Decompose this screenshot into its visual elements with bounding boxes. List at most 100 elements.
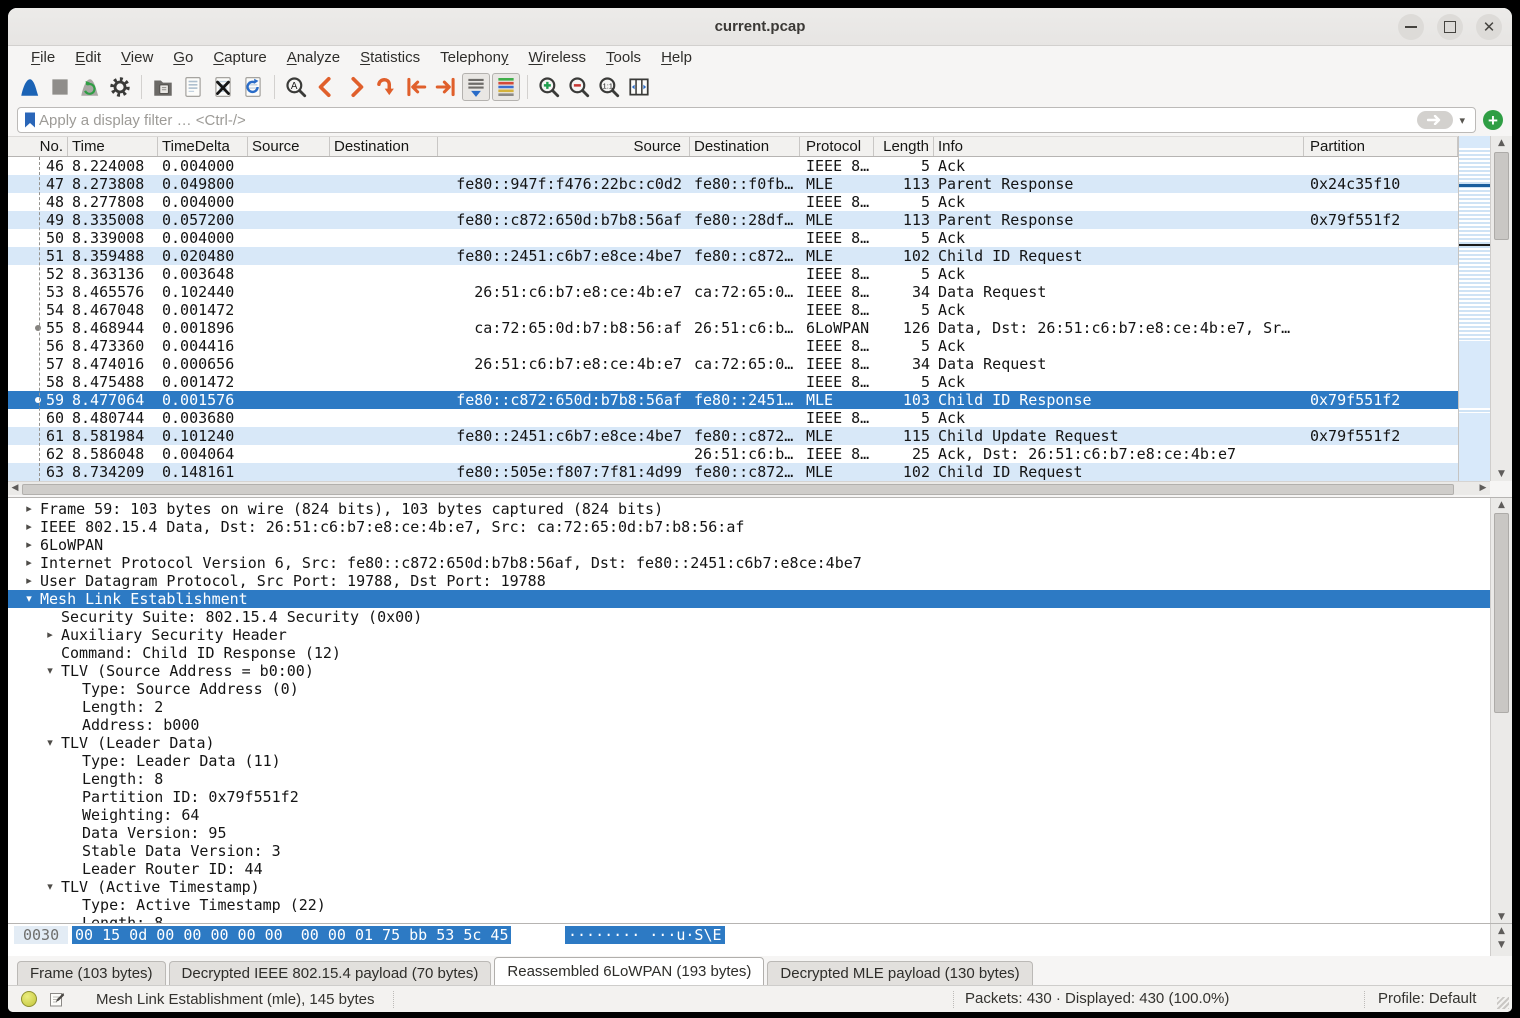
column-header-src2[interactable]: Source: [438, 137, 690, 156]
find-packet-button[interactable]: A: [282, 73, 310, 101]
collapse-icon[interactable]: ▾: [43, 878, 57, 896]
stop-capture-button[interactable]: [46, 73, 74, 101]
detail-line[interactable]: Length: 2: [8, 698, 1490, 716]
profile-status[interactable]: Profile: Default: [1378, 990, 1476, 1007]
go-to-last-packet-button[interactable]: [432, 73, 460, 101]
packet-row-57[interactable]: 578.4740160.00065626:51:c6:b7:e8:ce:4b:e…: [8, 355, 1458, 373]
packet-list-hscroll-thumb[interactable]: [22, 484, 1454, 495]
restart-capture-button[interactable]: [76, 73, 104, 101]
packet-row-54[interactable]: 548.4670480.001472IEEE 8…5Ack: [8, 301, 1458, 319]
column-header-len[interactable]: Length: [874, 137, 934, 156]
go-forward-button[interactable]: [342, 73, 370, 101]
resize-columns-button[interactable]: [625, 73, 653, 101]
expand-icon[interactable]: ▸: [43, 626, 57, 644]
column-header-time[interactable]: Time: [68, 137, 158, 156]
column-header-no[interactable]: No.: [8, 137, 68, 156]
column-header-proto[interactable]: Protocol: [800, 137, 874, 156]
detail-line[interactable]: ▾TLV (Leader Data): [8, 734, 1490, 752]
bytes-tab-0[interactable]: Frame (103 bytes): [17, 961, 166, 985]
column-header-part[interactable]: Partition: [1304, 137, 1458, 156]
hex-bytes[interactable]: 00 15 0d 00 00 00 00 00 00 00 01 75 bb 5…: [72, 926, 511, 944]
colorize-toggle-button[interactable]: [492, 73, 520, 101]
menu-analyze[interactable]: Analyze: [277, 49, 350, 66]
packet-list-hscrollbar[interactable]: ◀ ▶: [8, 481, 1490, 495]
maximize-button[interactable]: [1437, 14, 1463, 40]
go-to-first-packet-button[interactable]: [402, 73, 430, 101]
packet-row-49[interactable]: 498.3350080.057200fe80::c872:650d:b7b8:5…: [8, 211, 1458, 229]
detail-line[interactable]: ▾TLV (Source Address = b0:00): [8, 662, 1490, 680]
zoom-out-button[interactable]: [565, 73, 593, 101]
scroll-left-icon[interactable]: ◀: [8, 482, 22, 495]
start-capture-button[interactable]: [16, 73, 44, 101]
details-vscroll-thumb[interactable]: [1494, 513, 1509, 713]
bytes-tab-3[interactable]: Decrypted MLE payload (130 bytes): [767, 961, 1032, 985]
menu-statistics[interactable]: Statistics: [350, 49, 430, 66]
collapse-icon[interactable]: ▾: [22, 590, 36, 608]
detail-line[interactable]: Type: Active Timestamp (22): [8, 896, 1490, 914]
packet-row-59[interactable]: 598.4770640.001576fe80::c872:650d:b7b8:5…: [8, 391, 1458, 409]
menu-edit[interactable]: Edit: [65, 49, 111, 66]
scroll-down-icon[interactable]: ▼: [1491, 938, 1512, 952]
packet-list-minimap[interactable]: [1458, 136, 1490, 481]
scroll-down-icon[interactable]: ▼: [1491, 467, 1512, 481]
bookmark-icon[interactable]: [23, 111, 37, 129]
packet-row-48[interactable]: 488.2778080.004000IEEE 8…5Ack: [8, 193, 1458, 211]
bytes-vscrollbar[interactable]: ▲ ▼: [1490, 924, 1512, 956]
menu-capture[interactable]: Capture: [203, 49, 276, 66]
menu-file[interactable]: File: [21, 49, 65, 66]
packet-row-50[interactable]: 508.3390080.004000IEEE 8…5Ack: [8, 229, 1458, 247]
packet-row-55[interactable]: 558.4689440.001896ca:72:65:0d:b7:b8:56:a…: [8, 319, 1458, 337]
detail-line[interactable]: Leader Router ID: 44: [8, 860, 1490, 878]
expert-info-icon[interactable]: [21, 991, 37, 1007]
expand-icon[interactable]: ▸: [22, 536, 36, 554]
bytes-tab-2[interactable]: Reassembled 6LoWPAN (193 bytes): [494, 957, 764, 985]
column-header-dst2[interactable]: Destination: [690, 137, 800, 156]
apply-filter-button[interactable]: [1417, 111, 1453, 129]
detail-line[interactable]: Length: 8: [8, 770, 1490, 788]
detail-line[interactable]: Weighting: 64: [8, 806, 1490, 824]
packet-row-61[interactable]: 618.5819840.101240fe80::2451:c6b7:e8ce:4…: [8, 427, 1458, 445]
packet-row-63[interactable]: 638.7342090.148161fe80::505e:f807:7f81:4…: [8, 463, 1458, 481]
expand-icon[interactable]: ▸: [22, 518, 36, 536]
close-button[interactable]: ✕: [1476, 14, 1502, 40]
detail-line[interactable]: Data Version: 95: [8, 824, 1490, 842]
detail-line[interactable]: ▸Internet Protocol Version 6, Src: fe80:…: [8, 554, 1490, 572]
capture-comment-icon[interactable]: [49, 991, 66, 1008]
detail-line[interactable]: ▾Mesh Link Establishment: [8, 590, 1490, 608]
packet-row-51[interactable]: 518.3594880.020480fe80::2451:c6b7:e8ce:4…: [8, 247, 1458, 265]
resize-grip[interactable]: [1497, 997, 1509, 1009]
column-header-src1[interactable]: Source: [248, 137, 330, 156]
auto-scroll-toggle-button[interactable]: [462, 73, 490, 101]
column-header-info[interactable]: Info: [934, 137, 1304, 156]
column-header-dst1[interactable]: Destination: [330, 137, 438, 156]
capture-options-button[interactable]: [106, 73, 134, 101]
minimize-button[interactable]: [1398, 14, 1424, 40]
filter-dropdown-caret[interactable]: ▾: [1453, 114, 1470, 127]
packet-row-58[interactable]: 588.4754880.001472IEEE 8…5Ack: [8, 373, 1458, 391]
packet-list-vscrollbar[interactable]: ▲ ▼: [1490, 136, 1512, 481]
packet-list-vscroll-thumb[interactable]: [1494, 152, 1509, 240]
zoom-normal-size-button[interactable]: 1:1: [595, 73, 623, 101]
detail-line[interactable]: Type: Leader Data (11): [8, 752, 1490, 770]
scroll-up-icon[interactable]: ▲: [1491, 136, 1512, 150]
packet-row-62[interactable]: 628.5860480.00406426:51:c6:b…IEEE 8…25Ac…: [8, 445, 1458, 463]
detail-line[interactable]: ▸Frame 59: 103 bytes on wire (824 bits),…: [8, 500, 1490, 518]
save-capture-file-button[interactable]: [179, 73, 207, 101]
packet-row-60[interactable]: 608.4807440.003680IEEE 8…5Ack: [8, 409, 1458, 427]
detail-line[interactable]: ▸Auxiliary Security Header: [8, 626, 1490, 644]
menu-go[interactable]: Go: [163, 49, 203, 66]
reload-capture-file-button[interactable]: [239, 73, 267, 101]
add-filter-button[interactable]: +: [1483, 110, 1503, 130]
open-capture-file-button[interactable]: [149, 73, 177, 101]
detail-line[interactable]: ▸IEEE 802.15.4 Data, Dst: 26:51:c6:b7:e8…: [8, 518, 1490, 536]
packet-row-47[interactable]: 478.2738080.049800fe80::947f:f476:22bc:c…: [8, 175, 1458, 193]
collapse-icon[interactable]: ▾: [43, 734, 57, 752]
display-filter-input[interactable]: [37, 112, 1417, 129]
detail-line[interactable]: Partition ID: 0x79f551f2: [8, 788, 1490, 806]
menu-wireless[interactable]: Wireless: [519, 49, 597, 66]
go-back-button[interactable]: [312, 73, 340, 101]
detail-line[interactable]: ▸6LoWPAN: [8, 536, 1490, 554]
hex-ascii[interactable]: ········ ···u·S\E: [565, 926, 725, 944]
detail-line[interactable]: Address: b000: [8, 716, 1490, 734]
detail-line[interactable]: Type: Source Address (0): [8, 680, 1490, 698]
